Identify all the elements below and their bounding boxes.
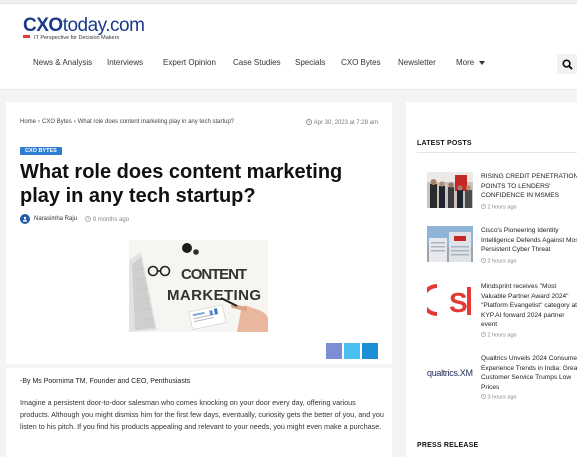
latest-posts-heading: LATEST POSTS <box>417 140 472 147</box>
hero-image: CONTENT MARKETING <box>129 240 268 332</box>
logo-tagline: IT Perspective for Decision Makers <box>34 35 120 41</box>
author-meta: Narasimha Raju 9 months ago <box>20 214 129 224</box>
post-thumbnail[interactable] <box>427 172 473 208</box>
chevron-right-icon: › <box>73 119 76 125</box>
hero-headline-2: MARKETING <box>167 287 261 304</box>
article-title: What role does content marketing play in… <box>20 161 343 207</box>
search-icon <box>561 58 573 70</box>
latest-post-item[interactable]: S Mindsprint receives "Most Valuable Par… <box>417 282 577 342</box>
share-facebook-button[interactable] <box>326 343 342 359</box>
post-time-text: 2 hours ago <box>487 204 517 211</box>
clock-icon <box>481 394 486 399</box>
share-twitter-button[interactable] <box>344 343 360 359</box>
sidebar: LATEST POSTS RISING CREDIT PENETRATION P… <box>406 102 577 457</box>
breadcrumb-home[interactable]: Home <box>20 119 36 125</box>
latest-post-item[interactable]: RISING CREDIT PENETRATION POINTS TO LEND… <box>417 172 577 232</box>
clock-icon <box>481 332 486 337</box>
logo-wordmark: CXOtoday.com <box>23 15 145 36</box>
latest-post-item[interactable]: Cisco's Pioneering Identity Intelligence… <box>417 226 577 286</box>
nav-specials[interactable]: Specials <box>295 58 325 67</box>
page-body: Home › CXO Bytes › What role does content ma… <box>0 90 577 457</box>
site-header: CXOtoday.com IT Perspective for Decision… <box>0 4 577 90</box>
post-time-text: 3 hours ago <box>487 394 517 401</box>
nav-more[interactable]: More <box>456 58 486 67</box>
nav-newsletter[interactable]: Newsletter <box>398 58 436 67</box>
nav-interviews[interactable]: Interviews <box>107 58 143 67</box>
clock-icon <box>85 215 91 222</box>
post-thumbnail[interactable]: qualtrics.XM <box>427 354 473 390</box>
post-time: 2 hours ago <box>481 258 517 265</box>
category-badge[interactable]: CXO BYTES <box>20 147 62 155</box>
clock-icon <box>481 204 486 209</box>
post-thumbnail[interactable] <box>427 226 473 262</box>
post-time: 2 hours ago <box>481 204 517 211</box>
latest-post-item[interactable]: qualtrics.XM Qualtrics Unveils 2024 Cons… <box>417 354 577 414</box>
article-paragraph: Imagine a persistent door-to-door salesm… <box>20 398 384 431</box>
publish-date-text: Apr 30, 2023 at 7:28 am <box>313 120 378 126</box>
chevron-right-icon: › <box>38 119 41 125</box>
nav-expert-opinion[interactable]: Expert Opinion <box>163 58 216 67</box>
avatar[interactable] <box>20 214 30 224</box>
nav-more-label: More <box>456 58 475 67</box>
clock-icon <box>481 258 486 263</box>
logo-accent <box>23 35 30 38</box>
user-icon <box>22 216 28 222</box>
nav-case-studies[interactable]: Case Studies <box>233 58 281 67</box>
post-age: 9 months ago <box>85 215 130 223</box>
svg-text:S: S <box>449 287 468 318</box>
article-byline: -By Ms Poornima TM, Founder and CEO, Pen… <box>20 378 191 385</box>
breadcrumb-section[interactable]: CXO Bytes <box>42 119 72 125</box>
clock-icon <box>306 119 313 125</box>
post-time: 2 hours ago <box>481 332 517 339</box>
article-card: Home › CXO Bytes › What role does content ma… <box>6 102 392 364</box>
press-release-heading: PRESS RELEASE <box>417 442 479 449</box>
nav-news-analysis[interactable]: News & Analysis <box>33 58 92 67</box>
qualtrics-logo-text: qualtrics.XM <box>427 368 473 378</box>
breadcrumb: Home › CXO Bytes › What role does content ma… <box>20 119 234 125</box>
chevron-down-icon <box>479 60 486 65</box>
post-age-text: 9 months ago <box>92 216 130 223</box>
post-thumbnail[interactable]: S <box>427 282 473 318</box>
search-button[interactable] <box>557 54 577 74</box>
post-title[interactable]: Mindsprint receives "Most Valuable Partn… <box>481 282 577 330</box>
post-time-text: 2 hours ago <box>487 258 517 265</box>
post-title[interactable]: Cisco's Pioneering Identity Intelligence… <box>481 226 577 255</box>
divider <box>417 152 577 153</box>
site-logo[interactable]: CXOtoday.com IT Perspective for Decision… <box>23 15 145 46</box>
share-linkedin-button[interactable] <box>362 343 378 359</box>
post-title[interactable]: RISING CREDIT PENETRATION POINTS TO LEND… <box>481 172 577 201</box>
post-time-text: 2 hours ago <box>487 332 517 339</box>
post-time: 3 hours ago <box>481 394 517 401</box>
hero-headline-1: CONTENT <box>181 266 247 283</box>
post-title[interactable]: Qualtrics Unveils 2024 Consumer Experien… <box>481 354 577 392</box>
author-name[interactable]: Narasimha Raju <box>34 216 77 222</box>
nav-cxo-bytes[interactable]: CXO Bytes <box>341 58 381 67</box>
article-body-card: -By Ms Poornima TM, Founder and CEO, Pen… <box>6 368 392 457</box>
publish-date: Apr 30, 2023 at 7:28 am <box>306 119 378 126</box>
breadcrumb-current: What role does content marketing play in… <box>77 119 235 125</box>
